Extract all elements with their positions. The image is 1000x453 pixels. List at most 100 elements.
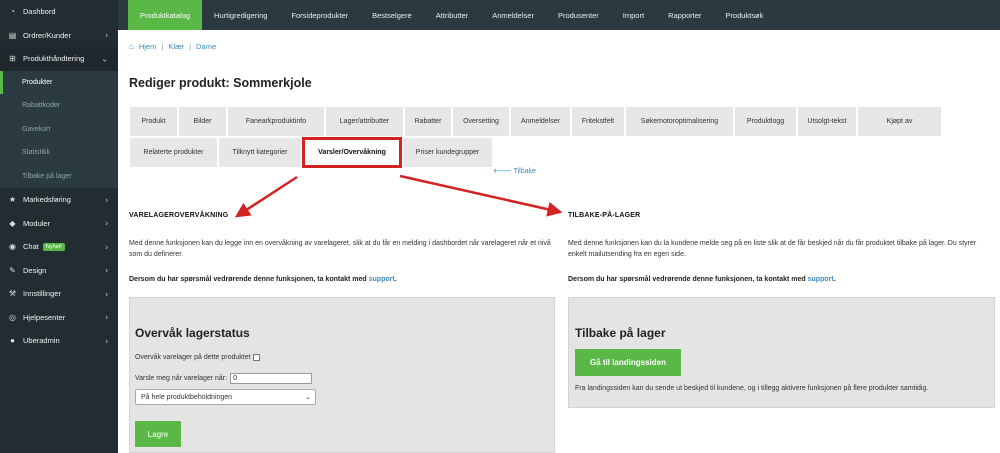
chevron-right-icon: ›: [105, 265, 108, 275]
lifering-icon: ◎: [9, 312, 16, 322]
chevron-down-icon: ⌄: [101, 54, 108, 64]
new-badge: Nyhet!: [42, 242, 65, 251]
stock-monitor-section: VARELAGEROVERVÅKNING Med denne funksjone…: [129, 210, 554, 285]
sidebar-item-produkthandtering[interactable]: ⊞ Produkthåndtering ⌄: [0, 47, 118, 71]
tab-oversetting[interactable]: Oversetting: [452, 106, 510, 137]
notify-row: Varsle meg når varelager når: 0: [135, 373, 313, 384]
topnav-import[interactable]: Import: [611, 0, 656, 30]
topnav-produsenter[interactable]: Produsenter: [546, 0, 611, 30]
back-in-stock-panel: Tilbake på lager Gå til landingssiden Fr…: [568, 297, 995, 408]
back-in-stock-section: TILBAKE-PÅ-LAGER Med denne funksjonen ka…: [568, 210, 995, 285]
tab-utsolgt-tekst[interactable]: Utsolgt-tekst: [797, 106, 857, 137]
sidebar-item-uberadmin[interactable]: ● Uberadmin ›: [0, 329, 118, 353]
sidebar-item-label: Hjelpesenter: [23, 312, 66, 322]
panel-title: Overvåk lagerstatus: [135, 326, 250, 340]
topnav-bestselgere[interactable]: Bestselgere: [360, 0, 424, 30]
tab-relaterte-produkter[interactable]: Relaterte produkter: [129, 137, 218, 168]
monitor-checkbox[interactable]: [252, 354, 260, 361]
topnav-produktkatalog[interactable]: Produktkatalog: [128, 0, 203, 30]
cube-icon: ◆: [9, 218, 16, 228]
tab-tilknytt-kategorier[interactable]: Tilknytt kategorier: [218, 137, 302, 168]
monitor-checkbox-row: Overvåk varelager på dette produktet: [135, 354, 260, 361]
contact-text-end: .: [394, 276, 397, 283]
tab-produkt[interactable]: Produkt: [129, 106, 178, 137]
sidebar-item-label: Ordrer/Kunder: [23, 30, 71, 40]
star-icon: ★: [8, 195, 17, 205]
arrow-left-icon: 🡐: [493, 168, 514, 175]
tab-fritekstfelt[interactable]: Fritekstfelt: [571, 106, 625, 137]
support-link[interactable]: support: [808, 276, 834, 283]
sidebar-subitem-gavekort[interactable]: Gavekort: [0, 117, 118, 141]
sidebar: ◔ Dashbord ▤ Ordrer/Kunder › ⊞ Produkthå…: [0, 0, 118, 453]
tab-anmeldelser[interactable]: Anmeldelser: [510, 106, 571, 137]
stock-scope-select[interactable]: På hele produktbeholdningen ⌄: [135, 389, 316, 405]
stock-monitor-panel: Overvåk lagerstatus Overvåk varelager på…: [129, 297, 555, 453]
sidebar-item-label: Chat: [23, 242, 39, 252]
sidebar-item-design[interactable]: ✎ Design ›: [0, 259, 118, 283]
sidebar-item-label: Dashbord: [23, 7, 56, 17]
sidebar-item-label: Produkthåndtering: [23, 54, 85, 64]
user-icon: ●: [10, 336, 15, 346]
topnav-hurtigredigering[interactable]: Hurtigredigering: [202, 0, 279, 30]
topnav-attributter[interactable]: Attributter: [424, 0, 481, 30]
chevron-right-icon: ›: [105, 195, 108, 205]
breadcrumb-separator: |: [189, 42, 192, 51]
tab-lager-attributter[interactable]: Lager/attributter: [325, 106, 404, 137]
sidebar-subitem-produkter[interactable]: Produkter: [0, 70, 118, 94]
arrow-to-right-section: [399, 174, 563, 217]
support-link[interactable]: support: [369, 276, 395, 283]
page-title: Rediger produkt: Sommerkjole: [129, 76, 312, 90]
topnav-rapporter[interactable]: Rapporter: [656, 0, 713, 30]
home-icon: ⌂: [129, 42, 134, 51]
breadcrumb-klaer[interactable]: Klær: [168, 42, 184, 51]
sidebar-item-ordrer[interactable]: ▤ Ordrer/Kunder ›: [0, 24, 118, 48]
chevron-right-icon: ›: [105, 336, 108, 346]
sidebar-item-label: Moduler: [23, 218, 51, 228]
chevron-down-icon: ⌄: [305, 394, 311, 401]
sidebar-subitem-tilbake-pa-lager[interactable]: Tilbake på lager: [0, 164, 118, 188]
sidebar-subitem-rabattkoder[interactable]: Rabattkoder: [0, 94, 118, 118]
tab-produktlogg[interactable]: Produktlogg: [734, 106, 797, 137]
tab-priser-kundegrupper[interactable]: Priser kundegrupper: [402, 137, 493, 168]
sidebar-item-innstillinger[interactable]: ⚒ Innstillinger ›: [0, 282, 118, 306]
top-navigation: Produktkatalog Hurtigredigering Forsidep…: [118, 0, 1000, 30]
breadcrumb-separator: |: [161, 42, 164, 51]
tab-varsler-overvakning[interactable]: Varsler/Overvåkning: [302, 137, 402, 168]
tab-bilder[interactable]: Bilder: [178, 106, 227, 137]
breadcrumb: ⌂ Hjem | Klær | Dame: [129, 42, 216, 51]
sidebar-item-dashbord[interactable]: ◔ Dashbord: [0, 0, 118, 24]
contact-text: Dersom du har spørsmål vedrørende denne …: [129, 276, 369, 283]
landing-page-button[interactable]: Gå til landingssiden: [575, 349, 681, 376]
tab-rabatter[interactable]: Rabatter: [404, 106, 452, 137]
section-contact: Dersom du har spørsmål vedrørende denne …: [129, 274, 554, 285]
breadcrumb-dame[interactable]: Dame: [196, 42, 216, 51]
section-contact: Dersom du har spørsmål vedrørende denne …: [568, 274, 995, 285]
save-button[interactable]: Lagre: [135, 421, 181, 447]
chevron-right-icon: ›: [105, 242, 108, 252]
sidebar-item-label: Markedsføring: [23, 195, 71, 205]
sidebar-item-moduler[interactable]: ◆ Moduler ›: [0, 212, 118, 236]
pencil-icon: ✎: [9, 265, 16, 275]
notify-threshold-input[interactable]: 0: [230, 373, 313, 384]
back-link[interactable]: 🡐 Tilbake: [493, 166, 536, 175]
topnav-anmeldelser[interactable]: Anmeldelser: [480, 0, 546, 30]
topnav-produktsok[interactable]: Produktsøk: [713, 0, 775, 30]
sidebar-item-label: Design: [23, 265, 47, 275]
sidebar-subitem-statistikk[interactable]: Statistikk: [0, 141, 118, 165]
topnav-forsideprodukter[interactable]: Forsideprodukter: [279, 0, 360, 30]
tab-fanearkproduktinfo[interactable]: Fanearkproduktinfo: [227, 106, 325, 137]
sidebar-item-markedsforing[interactable]: ★ Markedsføring ›: [0, 188, 118, 212]
tab-sokemotoroptimalisering[interactable]: Søkemotoroptimalisering: [625, 106, 734, 137]
notify-label: Varsle meg når varelager når:: [135, 375, 228, 382]
tab-kjopt-av[interactable]: Kjøpt av: [857, 106, 942, 137]
chevron-right-icon: ›: [105, 218, 108, 228]
monitor-checkbox-label: Overvåk varelager på dette produktet: [135, 354, 251, 361]
inbox-icon: ▤: [8, 30, 17, 40]
sidebar-item-hjelpesenter[interactable]: ◎ Hjelpesenter ›: [0, 306, 118, 330]
chevron-right-icon: ›: [105, 289, 108, 299]
breadcrumb-home[interactable]: Hjem: [139, 42, 157, 51]
sidebar-item-label: Innstillinger: [23, 289, 61, 299]
panel-note: Fra landingssiden kan du sende ut beskje…: [575, 385, 929, 392]
section-description: Med denne funksjonen kan du legge inn en…: [129, 240, 551, 258]
sidebar-item-chat[interactable]: ◉ Chat Nyhet! ›: [0, 235, 118, 259]
